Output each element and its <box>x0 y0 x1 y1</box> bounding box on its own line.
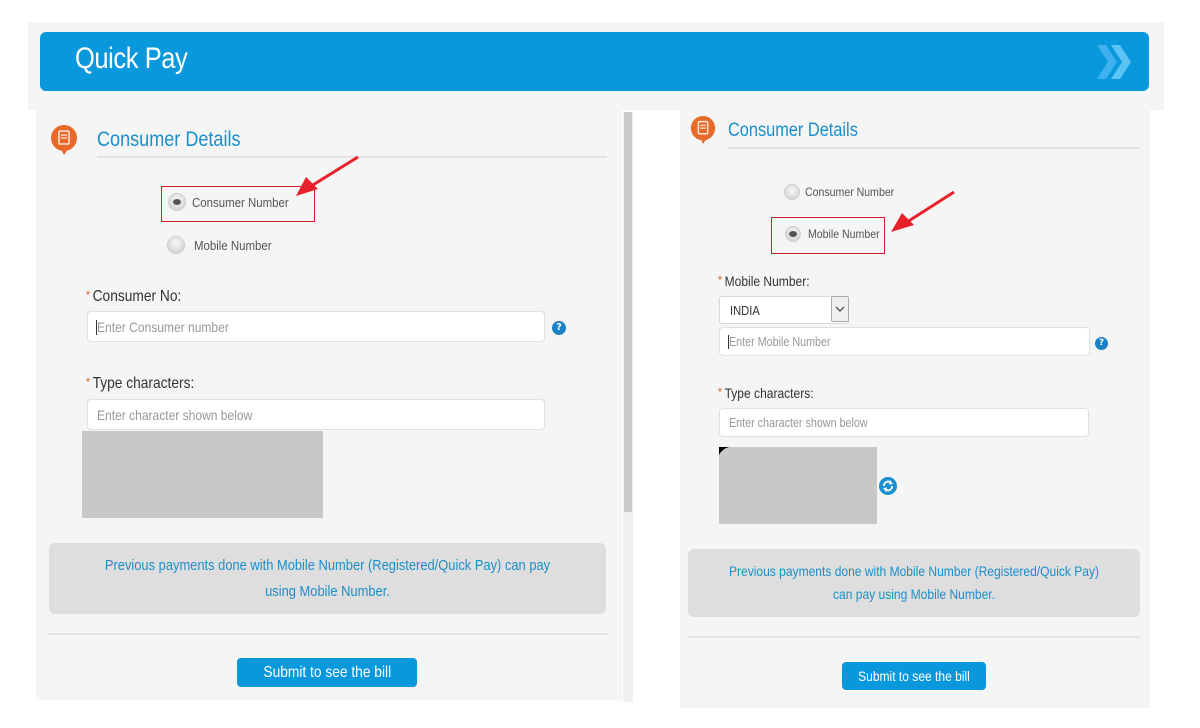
radio-mobile-number[interactable]: Mobile Number <box>785 226 889 242</box>
radio-label: Consumer Number <box>805 185 895 199</box>
divider <box>688 636 1140 638</box>
radio-label: Mobile Number <box>808 227 880 241</box>
help-icon[interactable]: ? <box>1095 337 1108 350</box>
captcha-image <box>82 431 323 518</box>
radio-consumer-number[interactable]: Consumer Number <box>168 193 302 211</box>
info-message: Previous payments done with Mobile Numbe… <box>49 543 606 614</box>
captcha-label: * Type characters: <box>718 385 814 401</box>
refresh-captcha-icon[interactable] <box>879 477 897 495</box>
radio-button-checked[interactable] <box>785 226 801 242</box>
radio-mobile-number[interactable]: Mobile Number <box>167 236 282 254</box>
captcha-image <box>719 447 877 524</box>
captcha-label: * Type characters: <box>86 375 195 392</box>
section-title: Consumer Details <box>97 128 241 151</box>
divider <box>48 633 608 635</box>
radio-button-unchecked[interactable] <box>167 236 185 254</box>
mobile-number-input[interactable]: Enter Mobile Number <box>719 327 1090 356</box>
quick-pay-header: Quick Pay <box>40 32 1149 91</box>
consumer-number-input[interactable]: Enter Consumer number <box>87 311 545 342</box>
receipt-icon <box>690 116 716 144</box>
page-title: Quick Pay <box>75 42 188 75</box>
radio-button-unchecked[interactable] <box>784 184 800 200</box>
consumer-no-label: * Consumer No: <box>86 288 182 305</box>
radio-label: Mobile Number <box>194 237 272 253</box>
scrollbar[interactable] <box>623 112 633 702</box>
section-divider <box>728 147 1140 149</box>
captcha-input[interactable]: Enter character shown below <box>719 408 1089 437</box>
red-arrow-annotation <box>891 190 955 232</box>
help-icon[interactable]: ? <box>552 321 566 335</box>
receipt-icon <box>51 125 77 155</box>
double-chevron-right-icon <box>1097 45 1131 79</box>
red-arrow-annotation <box>296 155 359 196</box>
radio-button-checked[interactable] <box>168 193 186 211</box>
country-select[interactable]: INDIA <box>719 296 849 324</box>
scrollbar-thumb[interactable] <box>624 112 632 512</box>
chevron-down-icon[interactable] <box>831 296 849 322</box>
submit-button[interactable]: Submit to see the bill <box>842 662 986 690</box>
submit-button[interactable]: Submit to see the bill <box>237 658 417 687</box>
section-title: Consumer Details <box>728 120 858 141</box>
mobile-number-label: * Mobile Number: <box>718 273 810 289</box>
info-message: Previous payments done with Mobile Numbe… <box>688 549 1140 617</box>
radio-label: Consumer Number <box>192 194 289 210</box>
captcha-input[interactable]: Enter character shown below <box>87 399 545 430</box>
captcha-glyph <box>719 447 729 455</box>
